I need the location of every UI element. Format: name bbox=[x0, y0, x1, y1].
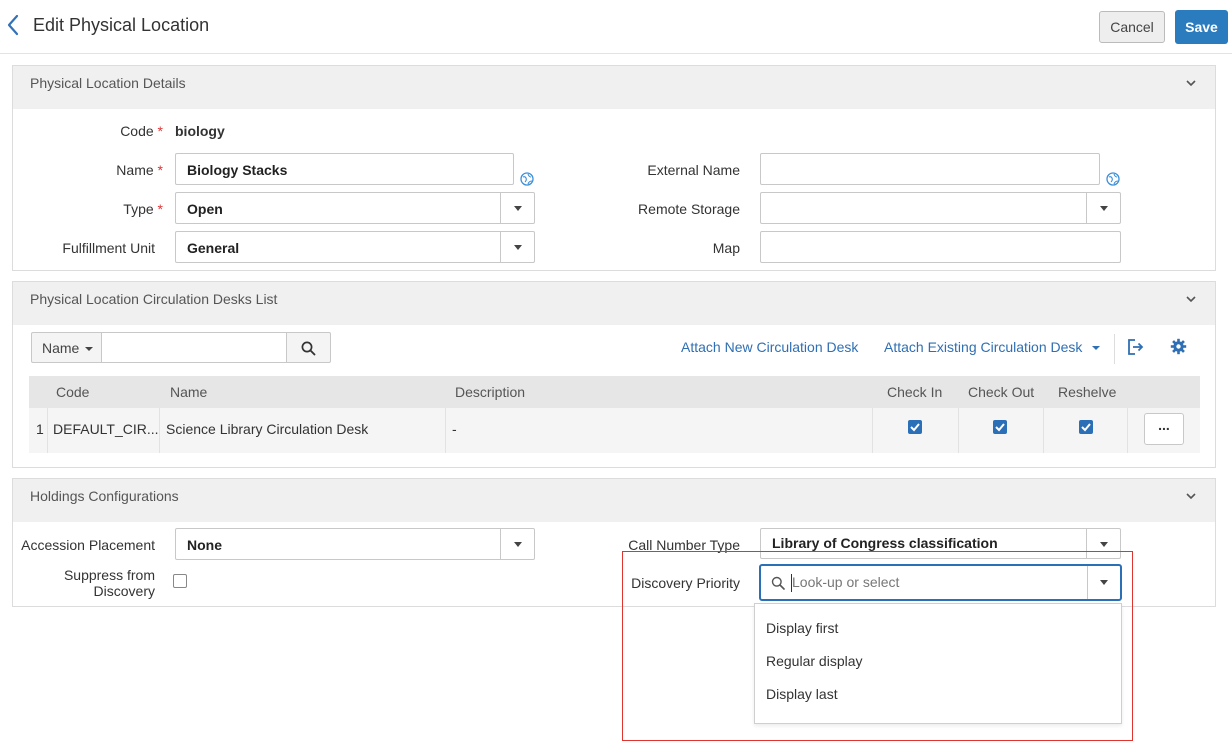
remote-storage-label: Remote Storage bbox=[638, 201, 740, 217]
column-header-name[interactable]: Name bbox=[170, 384, 207, 400]
column-header-description[interactable]: Description bbox=[455, 384, 525, 400]
gear-icon[interactable] bbox=[1170, 338, 1187, 358]
filter-field-dropdown[interactable]: Name bbox=[31, 332, 102, 363]
map-field[interactable] bbox=[760, 231, 1121, 263]
panel-title: Physical Location Details bbox=[30, 75, 186, 91]
panel-header[interactable]: Physical Location Details bbox=[13, 66, 1215, 109]
external-name-field[interactable] bbox=[760, 153, 1100, 185]
chevron-down-icon[interactable] bbox=[1185, 489, 1197, 501]
type-label: Type * bbox=[123, 201, 163, 217]
cell-divider bbox=[159, 408, 160, 453]
table-header: Code Name Description Check In Check Out… bbox=[29, 376, 1200, 408]
highlight-annotation-box bbox=[622, 551, 1133, 741]
name-label: Name * bbox=[116, 162, 163, 178]
fulfillment-unit-label: Fulfillment Unit bbox=[62, 240, 155, 256]
attach-existing-desk-dropdown[interactable]: Attach Existing Circulation Desk bbox=[884, 339, 1101, 355]
row-code: DEFAULT_CIR... bbox=[53, 421, 159, 437]
cell-divider bbox=[872, 408, 873, 453]
cell-divider bbox=[1127, 408, 1128, 453]
panel-header[interactable]: Physical Location Circulation Desks List bbox=[13, 282, 1215, 325]
column-header-check-in[interactable]: Check In bbox=[887, 384, 942, 400]
globe-icon[interactable] bbox=[1106, 172, 1120, 186]
reshelve-checkbox[interactable] bbox=[1079, 420, 1093, 434]
accession-placement-select[interactable]: None bbox=[175, 528, 535, 560]
type-select[interactable]: Open bbox=[175, 192, 535, 224]
chevron-down-icon[interactable] bbox=[1185, 76, 1197, 88]
dropdown-arrow-icon[interactable] bbox=[500, 193, 534, 223]
cell-divider bbox=[1043, 408, 1044, 453]
globe-icon[interactable] bbox=[520, 172, 534, 186]
search-icon bbox=[301, 341, 316, 356]
column-header-check-out[interactable]: Check Out bbox=[968, 384, 1034, 400]
chevron-down-icon[interactable] bbox=[1185, 292, 1197, 304]
cell-divider bbox=[445, 408, 446, 453]
fulfillment-unit-select[interactable]: General bbox=[175, 231, 535, 263]
attach-new-desk-link[interactable]: Attach New Circulation Desk bbox=[681, 339, 858, 355]
caret-down-icon bbox=[85, 347, 93, 351]
row-index: 1 bbox=[36, 421, 44, 437]
caret-down-icon bbox=[1092, 346, 1101, 351]
external-name-label: External Name bbox=[647, 162, 740, 178]
dropdown-arrow-icon[interactable] bbox=[1086, 193, 1120, 223]
search-input[interactable] bbox=[101, 332, 287, 363]
panel-header[interactable]: Holdings Configurations bbox=[13, 479, 1215, 522]
remote-storage-select[interactable] bbox=[760, 192, 1121, 224]
save-button[interactable]: Save bbox=[1175, 10, 1228, 44]
cell-divider bbox=[958, 408, 959, 453]
cancel-button[interactable]: Cancel bbox=[1099, 11, 1165, 43]
dropdown-arrow-icon[interactable] bbox=[500, 529, 534, 559]
check-out-checkbox[interactable] bbox=[993, 420, 1007, 434]
page-title: Edit Physical Location bbox=[33, 15, 210, 35]
row-name: Science Library Circulation Desk bbox=[166, 421, 369, 437]
toolbar-divider bbox=[1114, 334, 1115, 364]
search-button[interactable] bbox=[286, 332, 331, 363]
circulation-desks-panel: Physical Location Circulation Desks List… bbox=[12, 281, 1216, 468]
row-actions-button[interactable]: ... bbox=[1144, 413, 1184, 445]
suppress-from-discovery-checkbox[interactable] bbox=[173, 574, 187, 588]
map-label: Map bbox=[712, 240, 740, 256]
table-row: 1 DEFAULT_CIR... Science Library Circula… bbox=[29, 408, 1200, 453]
page-header: Edit Physical Location Cancel Save bbox=[0, 0, 1232, 54]
name-field[interactable]: Biology Stacks bbox=[175, 153, 514, 185]
dropdown-arrow-icon[interactable] bbox=[500, 232, 534, 262]
column-header-reshelve[interactable]: Reshelve bbox=[1058, 384, 1116, 400]
column-header-code[interactable]: Code bbox=[56, 384, 89, 400]
suppress-from-discovery-label: Suppress from Discovery bbox=[63, 567, 155, 599]
back-arrow-icon[interactable] bbox=[6, 13, 20, 37]
code-value: biology bbox=[175, 123, 225, 139]
panel-title: Holdings Configurations bbox=[30, 488, 179, 504]
export-icon[interactable] bbox=[1126, 338, 1144, 359]
panel-title: Physical Location Circulation Desks List bbox=[30, 291, 278, 307]
physical-location-details-panel: Physical Location Details Code * biology… bbox=[12, 65, 1216, 271]
row-description: - bbox=[452, 421, 457, 437]
code-label: Code * bbox=[120, 123, 163, 139]
accession-placement-label: Accession Placement bbox=[21, 537, 155, 553]
cell-divider bbox=[47, 408, 48, 453]
check-in-checkbox[interactable] bbox=[908, 420, 922, 434]
